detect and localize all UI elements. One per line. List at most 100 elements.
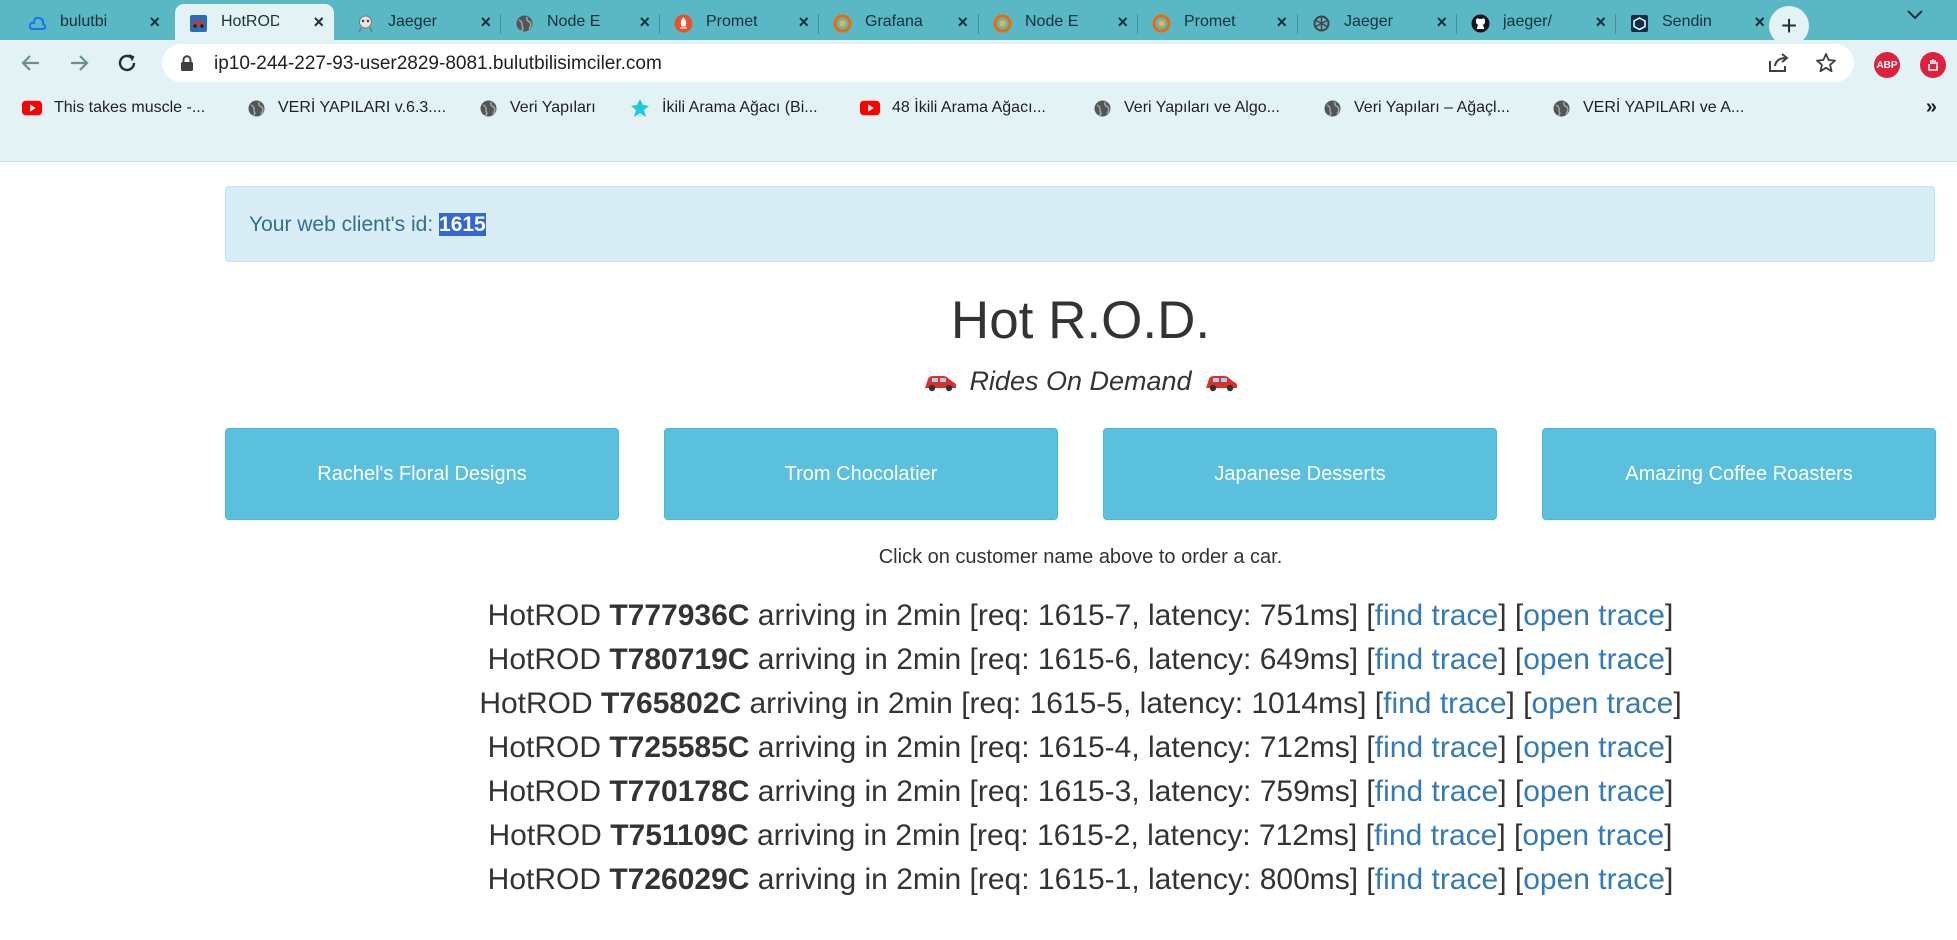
bracket-sep: ] [ (1498, 643, 1524, 676)
browser-tab[interactable]: Promet × (660, 4, 819, 40)
ride-status: arriving in 2min [req: 1615-6, latency: … (749, 643, 1375, 676)
close-icon[interactable]: × (480, 13, 491, 31)
share-icon[interactable] (1767, 52, 1791, 74)
car-icon (925, 375, 957, 391)
browser-tab[interactable]: Promet × (1138, 4, 1297, 40)
bookmark-label: VERİ YAPILARI ve A... (1583, 99, 1745, 116)
bracket-sep: ] [ (1498, 775, 1524, 808)
bookmark-item[interactable]: Veri Yapıları ve Algo... (1092, 98, 1280, 118)
browser-tab[interactable]: bulutbi × (10, 4, 170, 40)
ride-prefix: HotROD (487, 599, 610, 632)
customer-button[interactable]: Trom Chocolatier (664, 428, 1058, 520)
ride-list: HotROD T777936C arriving in 2min [req: 1… (0, 594, 1957, 902)
car-icon (189, 14, 208, 33)
open-trace-link[interactable]: open trace (1523, 731, 1665, 764)
tab-title: HotROD (221, 13, 279, 30)
reload-button[interactable] (110, 46, 144, 80)
adblock-icon[interactable]: ABP (1874, 52, 1900, 78)
bracket-close: ] (1664, 819, 1673, 852)
close-icon[interactable]: × (1595, 13, 1606, 31)
close-icon[interactable]: × (1754, 13, 1765, 31)
close-icon[interactable]: × (1436, 13, 1447, 31)
customer-button[interactable]: Amazing Coffee Roasters (1542, 428, 1936, 520)
page-content: Your web client's id: 1615 Hot R.O.D. Ri… (0, 162, 1957, 940)
bookmark-item[interactable]: Veri Yapıları – Ağaçl... (1322, 98, 1510, 118)
tab-search-button[interactable] (1906, 8, 1924, 26)
open-trace-link[interactable]: open trace (1523, 643, 1665, 676)
close-icon[interactable]: × (798, 13, 809, 31)
find-trace-link[interactable]: find trace (1375, 775, 1498, 808)
grafana-icon (833, 14, 852, 33)
find-trace-link[interactable]: find trace (1375, 731, 1498, 764)
ride-row: HotROD T770178C arriving in 2min [req: 1… (0, 770, 1957, 814)
browser-tab[interactable]: Node E × (501, 4, 660, 40)
browser-tab[interactable]: Jaeger × (342, 4, 501, 40)
globe-icon (478, 98, 498, 118)
customer-button[interactable]: Japanese Desserts (1103, 428, 1497, 520)
tab-strip: bulutbi × HotROD × Jaeger × Node E × Promet × Graf… (0, 0, 1957, 46)
browser-tab[interactable]: HotROD × (175, 4, 334, 40)
ride-status: arriving in 2min [req: 1615-3, latency: … (749, 775, 1375, 808)
browser-tab[interactable]: Jaeger × (1298, 4, 1457, 40)
car-id: T765802C (601, 687, 742, 720)
open-trace-link[interactable]: open trace (1523, 775, 1665, 808)
tab-title: Node E (547, 13, 601, 30)
close-icon[interactable]: × (1117, 13, 1128, 31)
tab-title: Jaeger (388, 13, 437, 30)
find-trace-link[interactable]: find trace (1375, 599, 1498, 632)
open-trace-link[interactable]: open trace (1523, 863, 1665, 896)
forward-button[interactable] (62, 46, 96, 80)
customer-button[interactable]: Rachel's Floral Designs (225, 428, 619, 520)
client-id-alert: Your web client's id: 1615 (225, 186, 1935, 262)
open-trace-link[interactable]: open trace (1532, 687, 1674, 720)
arrow-left-icon (21, 55, 39, 71)
openai-icon (1312, 14, 1331, 33)
bookmark-item[interactable]: VERİ YAPILARI v.6.3.... (246, 98, 446, 118)
bookmark-label: 48 İkili Arama Ağacı... (892, 99, 1046, 116)
globe-icon (1551, 98, 1571, 118)
bookmarks-overflow-button[interactable]: » (1926, 96, 1937, 119)
browser-tab[interactable]: jaeger/ × (1457, 4, 1616, 40)
chevron-down-icon (1907, 10, 1923, 20)
bookmark-label: İkili Arama Ağacı (Bi... (662, 99, 818, 116)
ublock-icon[interactable] (1920, 52, 1946, 78)
close-icon[interactable]: × (957, 13, 968, 31)
adblock-label: ABP (1876, 59, 1898, 71)
close-icon[interactable]: × (1276, 13, 1287, 31)
tab-title: Sendin (1662, 13, 1712, 30)
tab-title: Promet (1184, 13, 1236, 30)
bookmark-item[interactable]: İkili Arama Ağacı (Bi... (630, 98, 818, 118)
ride-status: arriving in 2min [req: 1615-7, latency: … (749, 599, 1375, 632)
close-icon[interactable]: × (639, 13, 650, 31)
close-icon[interactable]: × (313, 13, 324, 31)
find-trace-link[interactable]: find trace (1375, 863, 1498, 896)
bookmark-item[interactable]: Veri Yapıları (478, 98, 596, 118)
bookmarks-bar: This takes muscle -... VERİ YAPILARI v.6.… (0, 86, 1957, 162)
open-trace-link[interactable]: open trace (1523, 599, 1665, 632)
bookmark-item[interactable]: This takes muscle -... (22, 98, 205, 118)
bracket-close: ] (1664, 643, 1674, 676)
find-trace-link[interactable]: find trace (1383, 687, 1506, 720)
browser-tab[interactable]: Node E × (979, 4, 1138, 40)
url-text[interactable]: ip10-244-227-93-user2829-8081.bulutbilis… (214, 53, 662, 75)
bookmark-label: Veri Yapıları (510, 99, 596, 116)
ride-status: arriving in 2min [req: 1615-4, latency: … (749, 731, 1375, 764)
browser-tab[interactable]: Grafana × (819, 4, 978, 40)
close-icon[interactable]: × (149, 13, 160, 31)
car-id: T725585C (609, 731, 750, 764)
find-trace-link[interactable]: find trace (1375, 643, 1498, 676)
bookmark-item[interactable]: 48 İkili Arama Ağacı... (860, 98, 1046, 118)
address-bar[interactable]: ip10-244-227-93-user2829-8081.bulutbilis… (162, 44, 1854, 82)
bookmark-label: Veri Yapıları – Ağaçl... (1354, 99, 1510, 116)
cloud-icon (28, 14, 47, 33)
tab-title: Jaeger (1344, 13, 1393, 30)
grafana-icon (993, 14, 1012, 33)
open-trace-link[interactable]: open trace (1522, 819, 1664, 852)
bookmark-item[interactable]: VERİ YAPILARI ve A... (1551, 98, 1744, 118)
client-id-label: Your web client's id: (249, 213, 434, 236)
browser-tab[interactable]: Sendin × (1616, 4, 1775, 40)
star-icon[interactable] (1815, 52, 1837, 74)
back-button[interactable] (14, 46, 48, 80)
car-id: T751109C (610, 819, 749, 852)
find-trace-link[interactable]: find trace (1374, 819, 1497, 852)
